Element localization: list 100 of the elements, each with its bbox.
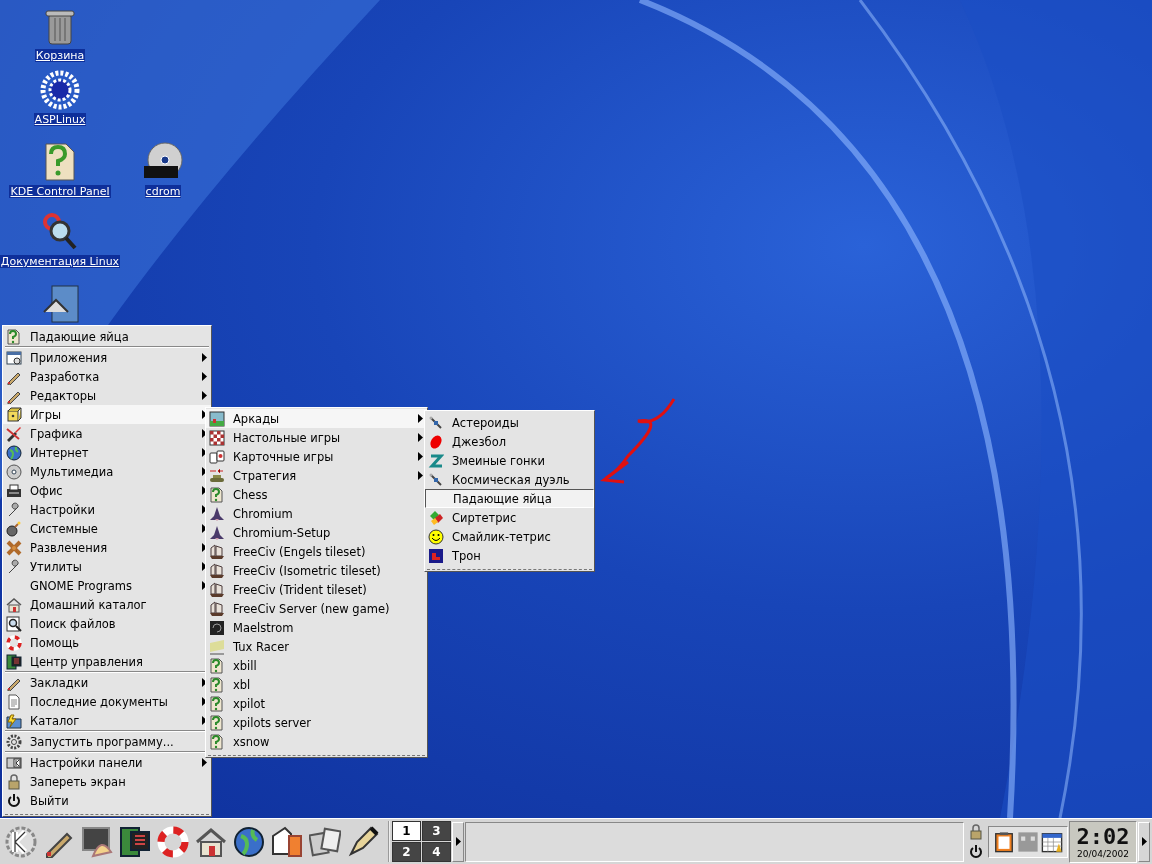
- clock[interactable]: 2:02 20/04/2002: [1069, 820, 1137, 863]
- menu-item[interactable]: Сиртетрис: [425, 508, 594, 527]
- menu-item[interactable]: Смайлик-тетрис: [425, 527, 594, 546]
- desktop-button[interactable]: 4: [422, 842, 451, 862]
- menu-item[interactable]: Выйти: [3, 791, 211, 810]
- document-icon: [6, 693, 22, 710]
- desktop-icon-label[interactable]: Документация Linux: [0, 255, 121, 268]
- clipboard-icon[interactable]: [993, 830, 1015, 853]
- desktop-icon-label[interactable]: ASPLinux: [33, 113, 87, 126]
- sailing-ship-icon: [209, 562, 225, 579]
- menu-item[interactable]: Падающие яйца: [425, 489, 594, 508]
- desktop-icon-label[interactable]: cdrom: [144, 185, 182, 198]
- desktop-button[interactable]: 2: [392, 842, 421, 862]
- blocks-icon: [428, 509, 444, 526]
- smiley-icon: [428, 528, 444, 545]
- clock-time: 2:02: [1076, 824, 1130, 849]
- wrench-icon: [6, 558, 22, 575]
- submenu-arrow-icon: [202, 716, 207, 725]
- sailing-ship-icon: [209, 581, 225, 598]
- swirl-icon: [209, 619, 225, 636]
- submenu-arrow-icon: [202, 562, 207, 571]
- clock-date: 20/04/2002: [1077, 848, 1129, 859]
- desktop-button[interactable]: 3: [422, 821, 451, 841]
- wrench-icon: [6, 501, 22, 518]
- desktop-icon-label[interactable]: Корзина: [34, 49, 86, 62]
- submenu-arrow-icon: [202, 758, 207, 767]
- menu-item[interactable]: Редакторы: [3, 386, 211, 405]
- padlock-icon[interactable]: [968, 823, 984, 840]
- submenu-arrow-icon: [202, 391, 207, 400]
- menu-item[interactable]: Трон: [425, 546, 594, 565]
- menu-item[interactable]: Джезбол: [425, 432, 594, 451]
- menu-item[interactable]: Космическая дуэль: [425, 470, 594, 489]
- submenu-arrow-icon: [202, 697, 207, 706]
- sled-icon: [209, 638, 225, 655]
- document-icon: [6, 328, 22, 345]
- document-icon: [209, 714, 225, 731]
- submenu-arrow-icon: [418, 433, 423, 442]
- calendar-icon[interactable]: [1041, 830, 1063, 853]
- menu-item[interactable]: Настройки панели: [3, 753, 211, 772]
- triangle-arrow-icon: [1141, 837, 1147, 846]
- submenu-arrow-icon: [202, 678, 207, 687]
- menu-item[interactable]: Падающие яйца: [3, 327, 211, 346]
- puzzle-icon: [6, 539, 22, 556]
- globe-icon: [6, 444, 22, 461]
- desktop-icon-label[interactable]: KDE Control Panel: [9, 185, 111, 198]
- blob-icon: [428, 433, 444, 450]
- triangle-arrow-icon: [455, 837, 461, 846]
- document-icon: [209, 676, 225, 693]
- folder-icon: [6, 712, 22, 729]
- menu-item[interactable]: Приложения: [3, 348, 211, 367]
- satellite-icon: [428, 471, 444, 488]
- menu-item[interactable]: Игры: [3, 405, 211, 424]
- window-icon: [6, 349, 22, 366]
- submenu-arrow-icon: [202, 505, 207, 514]
- document-icon: [209, 695, 225, 712]
- magnifier-icon: [6, 615, 22, 632]
- power-icon: [6, 792, 22, 809]
- panel-icon: [6, 754, 22, 771]
- bomb-icon: [6, 520, 22, 537]
- monitor-icon: [6, 653, 22, 670]
- document-icon: [209, 733, 225, 750]
- submenu-arrow-icon: [202, 467, 207, 476]
- menu-item[interactable]: Запереть экран: [3, 772, 211, 791]
- checkerboard-icon: [209, 429, 225, 446]
- menu-item[interactable]: Центр управления: [3, 652, 211, 671]
- submenu-arrow-icon: [418, 471, 423, 480]
- tank-icon: [209, 467, 225, 484]
- brush-icon: [6, 425, 22, 442]
- desktop-button[interactable]: 1: [392, 821, 421, 841]
- dotted-globe-icon[interactable]: [40, 70, 80, 110]
- menu-item[interactable]: Астероиды: [425, 413, 594, 432]
- power-icon[interactable]: [968, 843, 984, 860]
- panel-hide-button[interactable]: [1138, 821, 1150, 862]
- submenu-arrow-icon: [202, 410, 207, 419]
- sailing-ship-icon: [209, 543, 225, 560]
- padlock-icon: [6, 773, 22, 790]
- lifebuoy-icon: [6, 634, 22, 651]
- submenu-arrow-icon: [202, 372, 207, 381]
- menu-item[interactable]: Разработка: [3, 367, 211, 386]
- jet-icon: [209, 505, 225, 522]
- menu-item[interactable]: Закладки: [3, 673, 211, 692]
- taskbar-scroll-button[interactable]: [452, 821, 464, 862]
- menu-item[interactable]: Змеиные гонки: [425, 451, 594, 470]
- submenu-arrow-icon: [202, 581, 207, 590]
- document-icon: [209, 657, 225, 674]
- submenu-arrow-icon: [202, 353, 207, 362]
- disc-icon: [6, 463, 22, 480]
- picture-icon: [209, 410, 225, 427]
- dice-icon: [6, 406, 22, 423]
- menu-item[interactable]: Каталог: [3, 711, 211, 730]
- submenu-arrow-icon: [418, 414, 423, 423]
- cards-icon: [209, 448, 225, 465]
- menu-item[interactable]: Аркады: [206, 409, 427, 428]
- submenu-arrow-icon: [202, 486, 207, 495]
- gear-icon: [6, 733, 22, 750]
- menu-item[interactable]: Запустить программу...: [3, 732, 211, 751]
- submenu-arrow-icon: [202, 543, 207, 552]
- house-icon: [6, 596, 22, 613]
- snake-icon: [428, 452, 444, 469]
- submenu-arrow-icon: [418, 452, 423, 461]
